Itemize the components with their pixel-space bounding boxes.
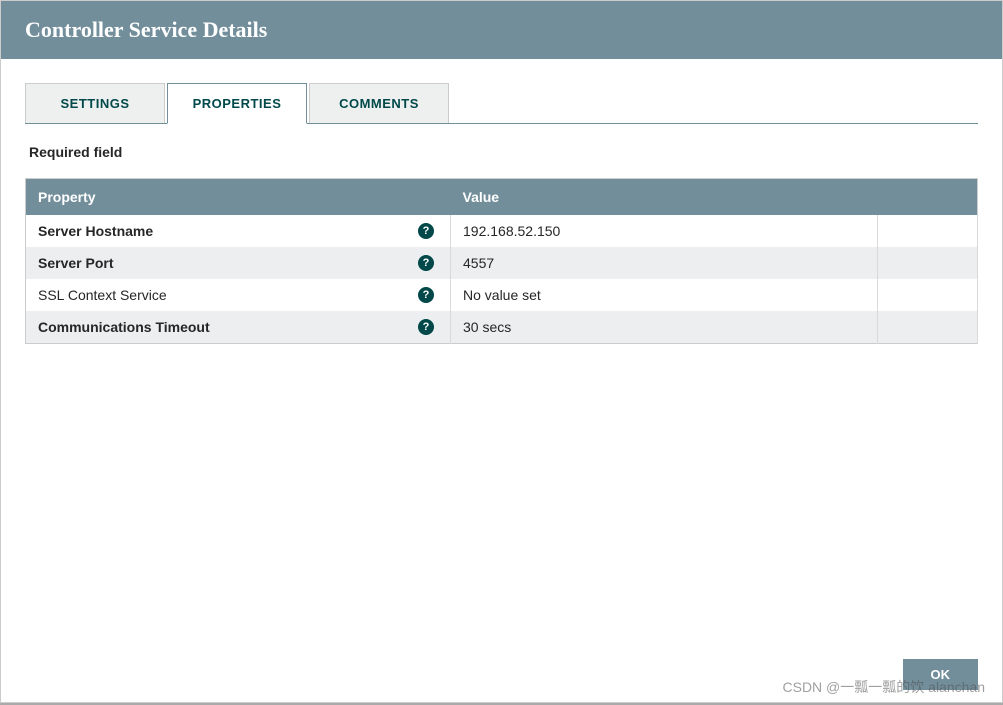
tab-properties[interactable]: PROPERTIES [167,83,307,124]
table-row[interactable]: Communications Timeout ? 30 secs [26,311,978,344]
property-value: 192.168.52.150 [451,215,878,247]
dialog-title: Controller Service Details [1,1,1002,59]
column-header-value: Value [451,179,878,216]
table-row[interactable]: Server Port ? 4557 [26,247,978,279]
help-icon[interactable]: ? [418,255,434,271]
property-value: 4557 [451,247,878,279]
controller-service-details-dialog: Controller Service Details SETTINGS PROP… [0,0,1003,703]
column-header-actions [878,179,978,216]
tab-comments[interactable]: COMMENTS [309,83,449,123]
property-actions [878,247,978,279]
help-icon[interactable]: ? [418,223,434,239]
property-name: SSL Context Service [38,287,167,303]
tab-settings[interactable]: SETTINGS [25,83,165,123]
properties-tab-panel: Required field Property Value [25,124,978,655]
help-icon[interactable]: ? [418,319,434,335]
property-name: Communications Timeout [38,319,210,335]
property-name: Server Port [38,255,113,271]
property-actions [878,215,978,247]
property-actions [878,279,978,311]
property-value: 30 secs [451,311,878,344]
property-actions [878,311,978,344]
tabs: SETTINGS PROPERTIES COMMENTS [25,83,978,124]
table-row[interactable]: SSL Context Service ? No value set [26,279,978,311]
property-name: Server Hostname [38,223,153,239]
properties-table: Property Value Server Hostname ? 19 [25,178,978,344]
table-row[interactable]: Server Hostname ? 192.168.52.150 [26,215,978,247]
property-value: No value set [451,279,878,311]
table-header-row: Property Value [26,179,978,216]
required-field-label: Required field [25,144,978,160]
ok-button[interactable]: OK [903,659,979,690]
help-icon[interactable]: ? [418,287,434,303]
dialog-footer: OK [25,655,978,694]
column-header-property: Property [26,179,451,216]
dialog-content: SETTINGS PROPERTIES COMMENTS Required fi… [1,59,1002,702]
